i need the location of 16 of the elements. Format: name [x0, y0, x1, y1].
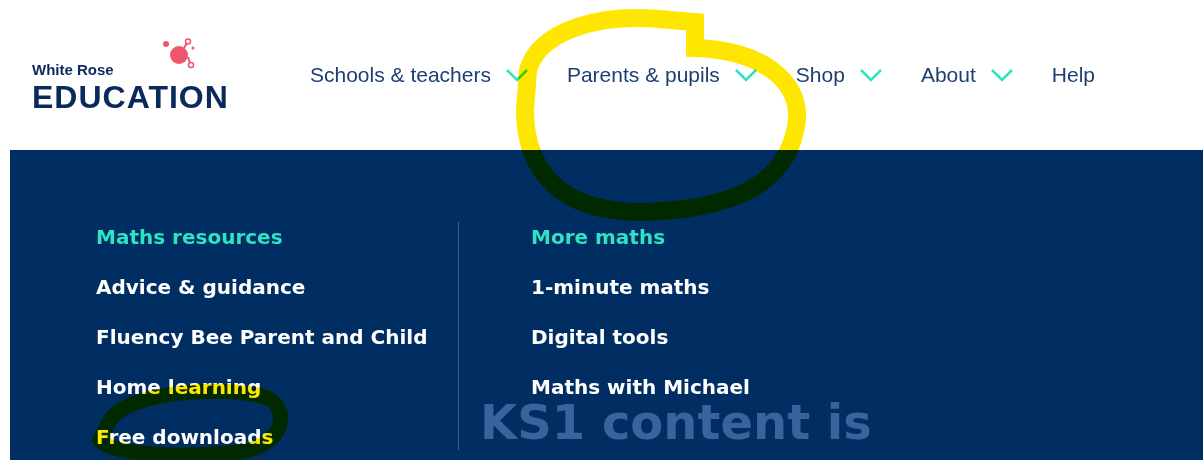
nav-dropdown[interactable]: About	[920, 59, 1014, 91]
logo-wordmark: EDUCATION	[32, 80, 230, 113]
menu-link[interactable]: Free downloads	[96, 422, 274, 452]
nav-dropdown[interactable]: Shop	[795, 59, 883, 91]
nav-dropdown[interactable]: Schools & teachers	[310, 59, 529, 91]
menu-link[interactable]: Advice & guidance	[96, 272, 306, 302]
menu-heading: More maths	[531, 224, 666, 251]
menu-link[interactable]: Home learning	[96, 372, 262, 402]
menu-link[interactable]: Fluency Bee Parent and Child	[96, 322, 428, 352]
menu-link[interactable]: 1-minute maths	[531, 272, 710, 302]
menu-heading: Maths resources	[96, 224, 283, 251]
nav-link[interactable]: Help	[1051, 59, 1095, 91]
logo-tagline: White Rose	[32, 61, 114, 77]
menu-link[interactable]: Digital tools	[531, 322, 669, 352]
nav-dropdown[interactable]: Parents & pupils	[566, 59, 758, 91]
logo[interactable]: White Rose EDUCATION	[32, 37, 252, 113]
